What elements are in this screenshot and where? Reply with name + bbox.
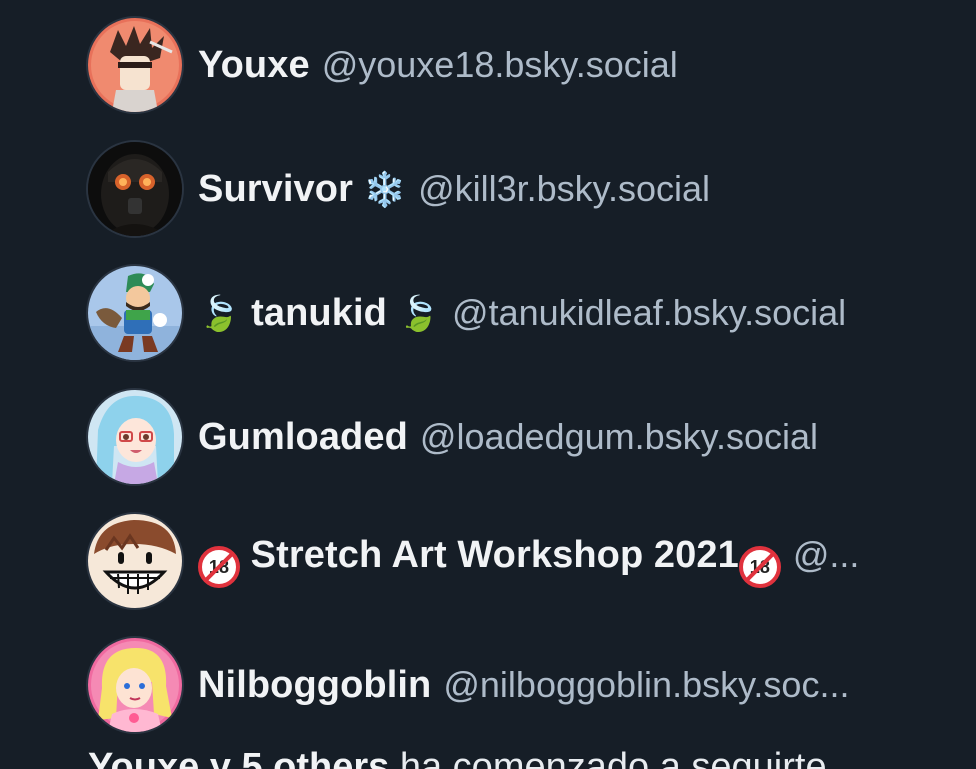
follower-handle[interactable]: @loadedgum.bsky.social [420, 416, 934, 458]
follower-name-line: Nilboggoblin @nilboggoblin.bsky.soc... [198, 664, 934, 707]
avatar-tanuki-plumber-icon [88, 266, 182, 360]
follower-handle[interactable]: @youxe18.bsky.social [322, 44, 934, 86]
avatar-grinning-face-icon [88, 514, 182, 608]
follower-handle[interactable]: @nilboggoblin.bsky.soc... [443, 664, 934, 706]
follow-summary-action: ha comenzado a seguirte [389, 746, 827, 769]
follower-display-name[interactable]: 🍃 tanukid 🍃 [198, 292, 440, 335]
under-18-icon: 🔞18 [738, 546, 781, 588]
notification-followers-panel: Youxe @youxe18.bsky.social Survivor ❄️ @… [0, 0, 976, 769]
avatar-blonde-princess-icon [88, 638, 182, 732]
follower-display-name[interactable]: 🔞18 Stretch Art Workshop 2021🔞18 [198, 534, 781, 588]
follower-row[interactable]: 🔞18 Stretch Art Workshop 2021🔞18 @... [88, 512, 934, 610]
follow-notification-summary: Youxe y 5 others ha comenzado a seguirte [88, 748, 827, 769]
follower-avatar[interactable] [88, 18, 182, 112]
under-18-icon: 🔞18 [198, 546, 240, 588]
follower-name-line: 🔞18 Stretch Art Workshop 2021🔞18 @... [198, 534, 934, 588]
follower-avatar[interactable] [88, 514, 182, 608]
follower-row[interactable]: Youxe @youxe18.bsky.social [88, 16, 934, 114]
leaf-icon: 🍃 [198, 295, 241, 334]
follower-row[interactable]: Survivor ❄️ @kill3r.bsky.social [88, 140, 934, 238]
follower-display-name[interactable]: Youxe [198, 44, 310, 87]
follower-handle[interactable]: @kill3r.bsky.social [418, 168, 934, 210]
follower-avatar[interactable] [88, 638, 182, 732]
avatar-gasmask-figure-icon [88, 142, 182, 236]
follower-name-line: Survivor ❄️ @kill3r.bsky.social [198, 168, 934, 211]
follower-avatar[interactable] [88, 266, 182, 360]
leaf-icon: 🍃 [397, 295, 441, 334]
follower-row[interactable]: 🍃 tanukid 🍃 @tanukidleaf.bsky.social [88, 264, 934, 362]
follower-handle[interactable]: @tanukidleaf.bsky.social [452, 292, 934, 334]
follower-name-line: Youxe @youxe18.bsky.social [198, 44, 934, 87]
follower-display-name[interactable]: Nilboggoblin [198, 664, 431, 707]
follower-row[interactable]: Gumloaded @loadedgum.bsky.social [88, 388, 934, 486]
follower-avatar[interactable] [88, 142, 182, 236]
avatar-brown-hair-sketch-icon [88, 18, 182, 112]
avatar-blue-hair-girl-icon [88, 390, 182, 484]
follower-display-name[interactable]: Survivor ❄️ [198, 168, 406, 211]
follow-summary-names[interactable]: Youxe y 5 others [88, 746, 389, 769]
follower-row[interactable]: Nilboggoblin @nilboggoblin.bsky.soc... [88, 636, 934, 734]
follower-name-line: Gumloaded @loadedgum.bsky.social [198, 416, 934, 459]
follower-avatar[interactable] [88, 390, 182, 484]
follower-name-line: 🍃 tanukid 🍃 @tanukidleaf.bsky.social [198, 292, 934, 335]
snowflake-icon: ❄️ [363, 171, 407, 210]
follower-display-name[interactable]: Gumloaded [198, 416, 408, 459]
follower-handle[interactable]: @... [793, 534, 934, 576]
